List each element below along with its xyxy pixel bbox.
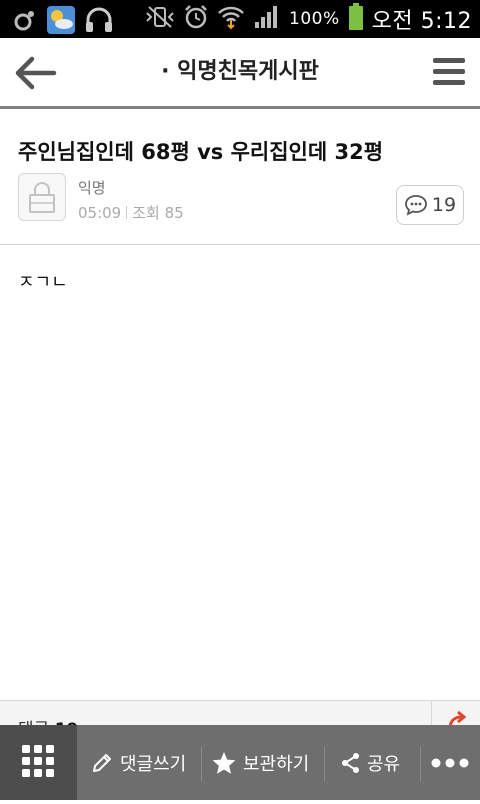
post-header: 주인님집인데 68평 vs 우리집인데 32평 익명 05:09 조회 85 1… [0, 109, 480, 245]
board-title: · 익명친목게시판 [161, 59, 319, 84]
comment-count-button[interactable]: 19 [396, 185, 464, 225]
post-views: 조회 85 [132, 204, 184, 222]
post-meta: 05:09 조회 85 [78, 202, 184, 223]
hamburger-menu-icon[interactable] [432, 56, 466, 88]
comments-divider [431, 701, 432, 726]
post-author: 익명 [78, 179, 106, 197]
speech-bubble-icon [405, 195, 427, 216]
share-label: 공유 [367, 753, 401, 775]
lock-icon [29, 182, 55, 213]
post-time: 05:09 [78, 203, 122, 222]
more-dots-icon[interactable] [430, 725, 470, 800]
post-body: ㅈㄱㄴ [18, 272, 68, 293]
bookmark-button[interactable]: 보관하기 [211, 725, 309, 800]
comments-header[interactable]: 댓글 19 [0, 700, 480, 726]
weather-icon [46, 5, 76, 39]
battery-percent: 100% [289, 9, 340, 29]
share-icon [342, 752, 359, 773]
pencil-icon [93, 753, 111, 772]
post-title: 주인님집인데 68평 vs 우리집인데 32평 [18, 140, 384, 164]
share-button[interactable]: 공유 [341, 725, 400, 800]
refresh-icon[interactable] [446, 709, 470, 726]
avatar [18, 173, 66, 221]
write-comment-label: 댓글쓰기 [120, 753, 187, 775]
toolbar-divider [420, 747, 421, 781]
toolbar-divider [324, 747, 325, 781]
star-icon [212, 751, 236, 774]
alarm-icon [183, 4, 209, 34]
vibrate-icon [145, 5, 175, 33]
app-icon [12, 7, 38, 37]
status-bar: 100% 오전 5:12 [0, 0, 480, 38]
status-right-icons: 100% 오전 5:12 [145, 0, 472, 38]
write-comment-button[interactable]: 댓글쓰기 [90, 725, 186, 800]
meta-divider [126, 206, 128, 219]
status-left-icons [12, 5, 114, 39]
signal-icon [253, 4, 281, 34]
header-bar: · 익명친목게시판 [0, 38, 480, 109]
status-time: 오전 5:12 [371, 9, 472, 34]
comment-count: 19 [431, 194, 457, 216]
toolbar-divider [201, 747, 202, 781]
headphones-icon [84, 6, 114, 38]
bottom-toolbar: 댓글쓰기 보관하기 공유 [0, 725, 480, 800]
grid-apps-icon[interactable] [0, 725, 77, 800]
battery-icon [348, 3, 364, 35]
wifi-icon [217, 4, 245, 34]
bookmark-label: 보관하기 [243, 753, 310, 775]
